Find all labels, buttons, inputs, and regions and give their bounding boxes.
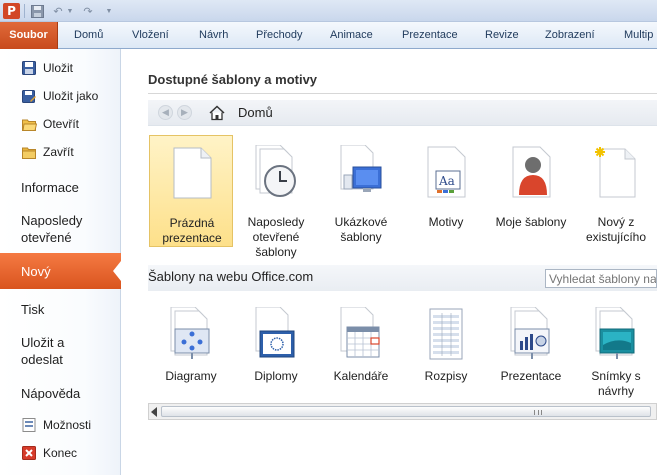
sidebar-item-ulozit-jako[interactable]: Uložit jako xyxy=(0,85,121,107)
web-template-snimky[interactable]: Snímky s návrhy xyxy=(574,297,657,398)
quick-access-separator xyxy=(24,4,25,18)
tab-prezentace[interactable]: Prezentace xyxy=(402,22,458,49)
sidebar-item-ulozit[interactable]: Uložit xyxy=(0,57,121,79)
tab-animace[interactable]: Animace xyxy=(330,22,373,49)
tab-domu[interactable]: Domů xyxy=(74,22,103,49)
template-label: Prezentace xyxy=(500,369,562,383)
template-label: Naposledy otevřené šablony xyxy=(247,215,305,259)
template-label: Snímky s návrhy xyxy=(591,369,641,398)
open-folder-icon xyxy=(21,116,37,132)
template-tile-sample[interactable]: Ukázkové šablony xyxy=(319,135,403,247)
svg-text:Aa: Aa xyxy=(438,174,455,188)
recent-templates-clock-icon xyxy=(255,145,296,197)
sidebar-item-napoveda[interactable]: Nápověda xyxy=(0,383,121,403)
template-label: Motivy xyxy=(428,215,464,229)
home-icon[interactable] xyxy=(209,105,225,121)
template-label: Rozpisy xyxy=(424,369,468,383)
template-navigation-bar: ◀ ▶ Domů xyxy=(148,100,657,126)
diagrams-icon xyxy=(170,307,210,359)
presentation-chart-icon xyxy=(510,307,550,359)
page-title: Dostupné šablony a motivy xyxy=(148,72,318,87)
sidebar-item-label: Uložit xyxy=(43,61,74,75)
themes-icon: Aa xyxy=(427,146,466,198)
sidebar-item-naposledy-otevrene[interactable]: Naposledy otevřené xyxy=(0,211,110,247)
forward-arrow-icon[interactable]: ▶ xyxy=(177,105,192,120)
template-tile-recent[interactable]: Naposledy otevřené šablony xyxy=(234,135,318,261)
tab-navrh[interactable]: Návrh xyxy=(199,22,228,49)
template-tile-themes[interactable]: Aa Motivy xyxy=(404,135,488,247)
web-template-diagramy[interactable]: Diagramy xyxy=(149,297,233,397)
sidebar-item-label: Možnosti xyxy=(43,418,92,432)
blank-document-icon xyxy=(173,147,212,199)
diplomas-icon xyxy=(255,307,295,358)
sidebar-item-otevrit[interactable]: Otevřít xyxy=(0,113,121,135)
scrollbar-grip-icon xyxy=(534,410,542,415)
close-folder-icon xyxy=(21,144,37,160)
horizontal-scrollbar[interactable] xyxy=(148,403,657,420)
tab-revize[interactable]: Revize xyxy=(485,22,519,49)
sidebar-item-konec[interactable]: Konec xyxy=(0,442,121,464)
template-tile-new-from-existing[interactable]: Nový z existujícího xyxy=(574,135,657,247)
calendars-icon xyxy=(340,307,380,358)
design-slides-icon xyxy=(595,307,635,359)
template-label: Moje šablony xyxy=(495,215,567,229)
office-com-section-bar: Šablony na webu Office.com xyxy=(148,265,657,291)
web-template-prezentace[interactable]: Prezentace xyxy=(489,297,573,397)
sample-templates-icon xyxy=(340,145,382,192)
redo-icon[interactable]: ↷ xyxy=(80,3,96,19)
template-tile-blank[interactable]: Prázdná prezentace xyxy=(149,135,233,247)
sidebar-item-moznosti[interactable]: Možnosti xyxy=(0,414,121,436)
new-from-existing-icon xyxy=(595,147,636,198)
sidebar-item-label: Konec xyxy=(43,446,78,460)
template-label: Diagramy xyxy=(165,369,217,383)
back-arrow-icon[interactable]: ◀ xyxy=(158,105,173,120)
tab-prechody[interactable]: Přechody xyxy=(256,22,302,49)
sidebar-item-novy[interactable]: Nový xyxy=(0,253,121,289)
sidebar-item-ulozit-a-odeslat[interactable]: Uložit a odeslat xyxy=(0,333,90,369)
options-icon xyxy=(21,417,37,433)
title-bar: P ↶ ▼ ↷ ▼ xyxy=(0,0,657,22)
powerpoint-logo-icon[interactable]: P xyxy=(3,3,20,19)
my-templates-person-icon xyxy=(512,146,551,198)
template-label: Diplomy xyxy=(254,369,298,383)
ribbon-tab-bar: Soubor Domů Vložení Návrh Přechody Anima… xyxy=(0,22,657,49)
undo-dropdown-icon[interactable]: ▼ xyxy=(66,3,74,19)
web-template-diplomy[interactable]: Diplomy xyxy=(234,297,318,397)
scrollbar-thumb[interactable] xyxy=(161,406,651,417)
search-templates-input[interactable] xyxy=(545,269,657,288)
tab-multip[interactable]: Multip xyxy=(624,22,653,49)
tab-soubor[interactable]: Soubor xyxy=(0,22,58,49)
undo-icon[interactable]: ↶ xyxy=(50,3,66,19)
sidebar-item-tisk[interactable]: Tisk xyxy=(0,299,121,319)
customize-quick-access-icon[interactable]: ▼ xyxy=(104,3,114,19)
template-label: Prázdná prezentace xyxy=(162,216,222,245)
template-label: Nový z existujícího xyxy=(585,215,647,244)
save-icon[interactable] xyxy=(29,3,45,19)
sidebar-item-zavrit[interactable]: Zavřít xyxy=(0,141,121,163)
scroll-left-arrow-icon[interactable] xyxy=(151,407,157,417)
section-title: Šablony na webu Office.com xyxy=(148,269,314,284)
web-template-rozpisy[interactable]: Rozpisy xyxy=(404,297,488,397)
new-presentation-panel: Dostupné šablony a motivy ◀ ▶ Domů Prázd… xyxy=(122,49,657,475)
save-icon xyxy=(21,60,37,76)
tab-zobrazeni[interactable]: Zobrazení xyxy=(545,22,595,49)
schedules-icon xyxy=(429,308,463,360)
template-label: Ukázkové šablony xyxy=(334,215,388,244)
sidebar-item-label: Zavřít xyxy=(43,145,74,159)
backstage-sidebar: Uložit Uložit jako Otevřít Zavřít Inform… xyxy=(0,49,121,475)
tab-vlozeni[interactable]: Vložení xyxy=(132,22,169,49)
web-template-kalendare[interactable]: Kalendáře xyxy=(319,297,403,397)
sidebar-item-label: Otevřít xyxy=(43,117,80,131)
sidebar-item-label: Uložit jako xyxy=(43,89,99,103)
heading-divider xyxy=(148,93,657,94)
exit-icon xyxy=(21,445,37,461)
template-tile-my-templates[interactable]: Moje šablony xyxy=(489,135,573,247)
sidebar-item-informace[interactable]: Informace xyxy=(0,177,121,197)
breadcrumb[interactable]: Domů xyxy=(238,105,273,120)
template-label: Kalendáře xyxy=(333,369,389,383)
save-as-icon xyxy=(21,88,37,104)
